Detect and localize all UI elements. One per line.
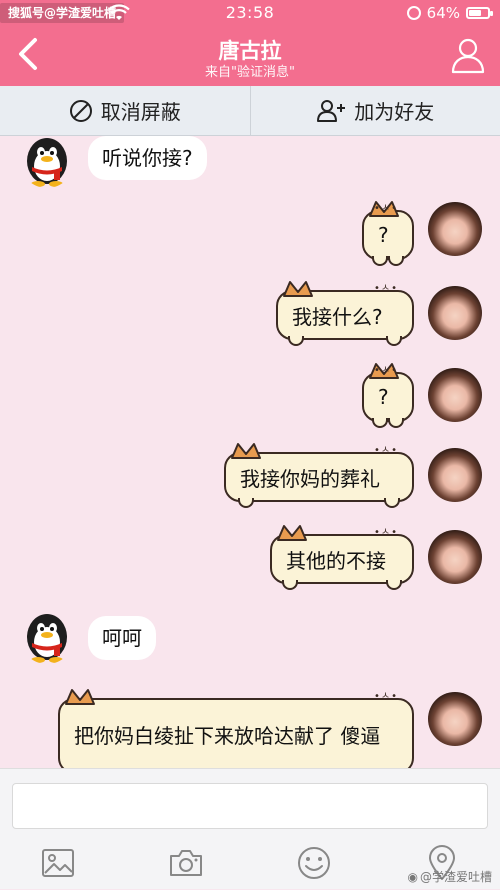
message-bubble-incoming[interactable]: 听说你接? — [88, 136, 207, 180]
emoji-icon[interactable] — [294, 843, 334, 883]
user-avatar[interactable] — [428, 202, 482, 256]
add-friend-label: 加为好友 — [354, 96, 434, 125]
message-text: 把你妈白绫扯下来放哈达献了 傻逼 — [74, 721, 380, 751]
user-photo — [428, 368, 482, 422]
add-friend-button[interactable]: 加为好友 — [250, 86, 500, 135]
message-text: 其他的不接 — [286, 545, 386, 574]
cat-paw-icon — [388, 256, 404, 266]
cat-paw-icon — [372, 256, 388, 266]
user-avatar[interactable] — [428, 692, 482, 746]
user-avatar[interactable] — [428, 530, 482, 584]
cat-face-icon: •ㅅ• — [374, 204, 398, 214]
cat-ears-icon — [62, 686, 102, 706]
block-icon — [69, 99, 93, 123]
cat-paw-icon — [288, 336, 304, 346]
message-bubble-outgoing[interactable]: •ㅅ• 其他的不接 — [270, 534, 414, 584]
status-bar: 搜狐号@学渣爱吐槽 23:58 64% — [0, 0, 500, 26]
cat-face-icon: •ㅅ• — [374, 528, 398, 538]
message-bubble-outgoing[interactable]: •ㅅ• 我接你妈的葬礼 — [224, 452, 414, 502]
message-input[interactable] — [12, 783, 488, 829]
cat-paw-icon — [372, 418, 388, 428]
cat-paw-icon — [386, 336, 402, 346]
cat-face-icon: •ㅅ• — [374, 692, 398, 702]
cat-paw-icon — [384, 498, 400, 508]
message-bubble-outgoing[interactable]: •ㅅ• 把你妈白绫扯下来放哈达献了 傻逼 — [58, 698, 414, 768]
cat-paw-icon — [388, 418, 404, 428]
watermark-bottom-text: @学渣爱吐槽 — [420, 868, 492, 885]
penguin-icon — [20, 136, 74, 188]
cat-face-icon: •ㅅ• — [374, 446, 398, 456]
contact-subtitle: 来自"验证消息" — [0, 61, 500, 80]
weibo-icon: ◉ — [408, 870, 418, 884]
camera-icon[interactable] — [166, 843, 206, 883]
cat-paw-icon — [238, 498, 254, 508]
message-bubble-outgoing[interactable]: •ㅅ• ? — [362, 210, 414, 260]
user-photo — [428, 692, 482, 746]
action-bar: 取消屏蔽 加为好友 — [0, 86, 500, 136]
message-bubble-outgoing[interactable]: •ㅅ• 我接什么? — [276, 290, 414, 340]
cat-face-icon: •ㅅ• — [374, 284, 398, 294]
unblock-button[interactable]: 取消屏蔽 — [0, 86, 250, 135]
cat-ears-icon — [280, 278, 320, 298]
chat-header: 唐古拉 来自"验证消息" — [0, 26, 500, 86]
cat-face-icon: •ㅅ• — [374, 366, 398, 376]
penguin-avatar[interactable] — [20, 610, 74, 664]
battery-icon — [466, 7, 490, 19]
battery-percent: 64% — [427, 0, 460, 26]
add-friend-icon — [316, 99, 346, 123]
top-bar: 搜狐号@学渣爱吐槽 23:58 64% 唐古拉 来自"验证消息" — [0, 0, 500, 86]
rotation-lock-icon — [407, 6, 421, 20]
user-photo — [428, 448, 482, 502]
user-photo — [428, 530, 482, 584]
image-icon[interactable] — [38, 843, 78, 883]
user-avatar[interactable] — [428, 368, 482, 422]
unblock-label: 取消屏蔽 — [101, 96, 181, 125]
message-text: ? — [378, 385, 389, 409]
battery-fill — [469, 10, 481, 16]
status-right: 64% — [407, 0, 490, 26]
user-photo — [428, 286, 482, 340]
message-text: 我接什么? — [292, 301, 383, 330]
chat-area[interactable]: 听说你接? •ㅅ• ? •ㅅ• 我接什么? •ㅅ• ? — [0, 136, 500, 768]
profile-icon[interactable] — [450, 36, 486, 74]
user-avatar[interactable] — [428, 448, 482, 502]
message-bubble-incoming[interactable]: 呵呵 — [88, 616, 156, 660]
cat-paw-icon — [282, 580, 298, 590]
cat-paw-icon — [386, 580, 402, 590]
user-avatar[interactable] — [428, 286, 482, 340]
input-area: ◉ @学渣爱吐槽 — [0, 768, 500, 889]
message-text: ? — [378, 223, 389, 247]
penguin-icon — [20, 610, 74, 664]
penguin-avatar[interactable] — [20, 136, 74, 188]
watermark-bottom: ◉ @学渣爱吐槽 — [408, 868, 493, 885]
cat-ears-icon — [274, 522, 314, 542]
user-photo — [428, 202, 482, 256]
message-text: 我接你妈的葬礼 — [240, 463, 380, 492]
message-bubble-outgoing[interactable]: •ㅅ• ? — [362, 372, 414, 422]
cat-ears-icon — [228, 440, 268, 460]
